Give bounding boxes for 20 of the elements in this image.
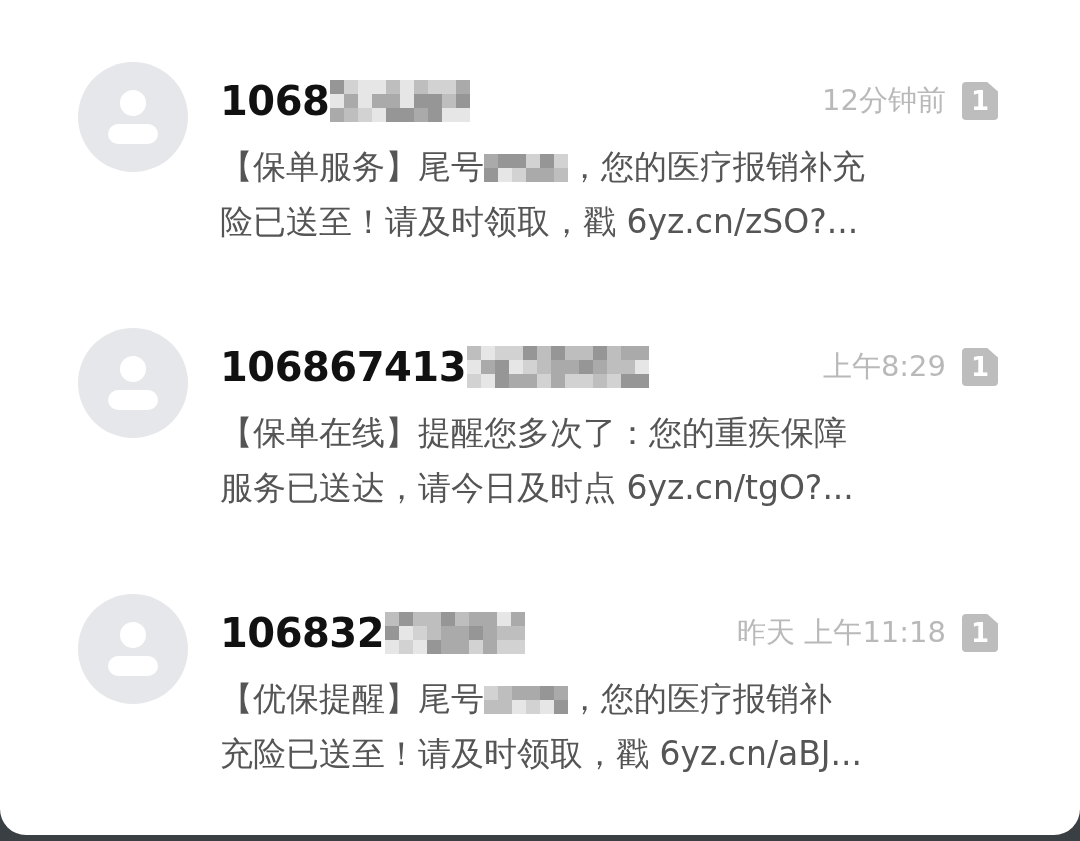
message-preview: ，您的医疗报销补充 [568, 146, 865, 188]
avatar-icon [78, 594, 188, 704]
message-time: 昨天 上午11:18 [737, 614, 946, 651]
avatar-icon [78, 328, 188, 438]
message-preview: 【保单服务】尾号 [220, 146, 484, 188]
sim-badge: 1 [962, 348, 998, 386]
message-preview: ，您的医疗报销补 [568, 678, 832, 720]
message-preview: 【保单在线】提醒您多次了：您的重疾保障 [220, 412, 847, 454]
message-preview: 充险已送至！请及时领取，戳 6yz.cn/aBJ... [220, 733, 863, 775]
message-time: 上午8:29 [822, 348, 946, 385]
sender-number: 1068 [220, 78, 330, 124]
message-preview: 险已送至！请及时领取，戳 6yz.cn/zSO?... [220, 201, 859, 243]
sender-number: 106867413 [220, 344, 466, 390]
avatar-icon [78, 62, 188, 172]
message-preview: 【优保提醒】尾号 [220, 678, 484, 720]
message-time: 12分钟前 [822, 82, 946, 119]
sender-number: 106832 [220, 610, 384, 656]
message-preview: 服务已送达，请今日及时点 6yz.cn/tgO?... [220, 467, 854, 509]
sim-badge: 1 [962, 614, 998, 652]
sim-badge: 1 [962, 82, 998, 120]
